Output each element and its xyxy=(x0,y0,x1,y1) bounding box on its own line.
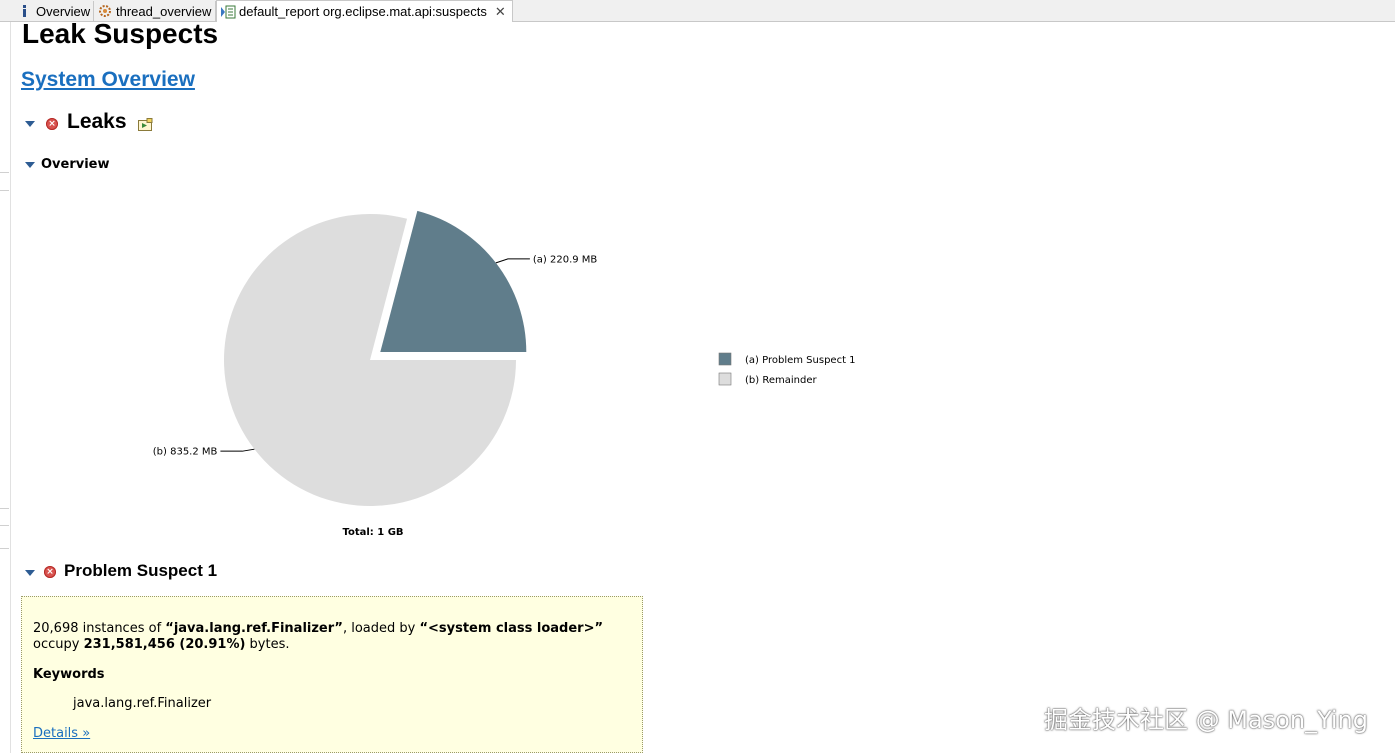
collapse-leaks-icon[interactable] xyxy=(25,121,35,127)
class-loader: “<system class loader>” xyxy=(419,621,604,636)
suspect-description-line2: occupy 231,581,456 (20.91%) bytes. xyxy=(33,637,290,652)
problem-suspect-panel: 20,698 instances of “java.lang.ref.Final… xyxy=(21,596,643,753)
leaks-heading: Leaks xyxy=(67,110,127,133)
details-link[interactable]: Details » xyxy=(33,726,90,741)
close-icon[interactable]: ✕ xyxy=(495,4,506,20)
suspect-description-line1: 20,698 instances of “java.lang.ref.Final… xyxy=(33,621,604,636)
tab-default-report[interactable]: default_report org.eclipse.mat.api:suspe… xyxy=(216,0,513,22)
legend-label: (a) Problem Suspect 1 xyxy=(745,355,856,366)
pie-slice-label: (a) 220.9 MB xyxy=(533,254,598,265)
left-gutter xyxy=(0,22,11,753)
chart-total-label: Total: 1 GB xyxy=(342,527,403,538)
pie-slice-label: (b) 835.2 MB xyxy=(153,447,218,458)
tab-label: thread_overview xyxy=(116,3,212,19)
tab-label: Overview xyxy=(36,3,91,19)
class-name: “java.lang.ref.Finalizer” xyxy=(165,621,343,636)
problem-suspect-heading: Problem Suspect 1 xyxy=(64,561,218,580)
legend-swatch xyxy=(718,372,732,386)
info-icon xyxy=(17,3,33,19)
pie-leader-line xyxy=(220,448,255,452)
error-icon: × xyxy=(44,566,56,578)
legend-swatch xyxy=(718,352,732,366)
page-title: Leak Suspects xyxy=(22,18,219,49)
watermark: 掘金技术社区 @ Mason_Ying xyxy=(1044,706,1368,734)
tab-label: default_report org.eclipse.mat.api:suspe… xyxy=(239,4,487,19)
open-report-icon[interactable] xyxy=(138,117,153,136)
collapse-suspect-icon[interactable] xyxy=(25,570,35,576)
collapse-overview-icon[interactable] xyxy=(25,162,35,168)
report-icon xyxy=(220,4,236,20)
gear-thread-icon xyxy=(97,3,113,19)
instance-count: 20,698 xyxy=(33,621,79,636)
keyword-item: java.lang.ref.Finalizer xyxy=(73,696,212,711)
overview-heading: Overview xyxy=(41,157,110,172)
retained-bytes: 231,581,456 (20.91%) xyxy=(83,637,246,652)
legend-label: (b) Remainder xyxy=(745,375,817,386)
leak-pie-chart: (a) 220.9 MB (b) 835.2 MB (a) Problem Sus… xyxy=(153,210,856,538)
keywords-heading: Keywords xyxy=(33,667,105,682)
pie-leader-line xyxy=(495,258,530,264)
error-icon: × xyxy=(46,118,58,130)
system-overview-link[interactable]: System Overview xyxy=(21,68,195,92)
